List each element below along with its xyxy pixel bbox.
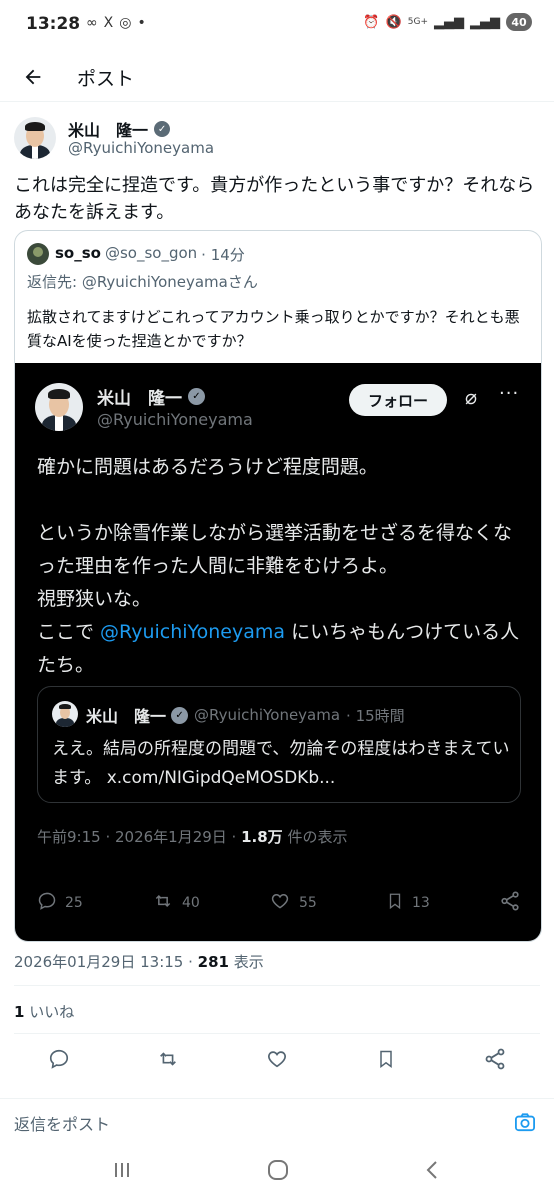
reply-to: 返信先: @RyuichiYoneyamaさん: [27, 273, 258, 291]
x-app-icon: X: [103, 15, 114, 31]
more-icon: ···: [499, 383, 520, 404]
inner-quote-avatar: [52, 701, 78, 727]
divider: [14, 1033, 540, 1034]
share-button[interactable]: [480, 1044, 510, 1074]
likes-count: 1: [14, 1003, 25, 1021]
repost-button[interactable]: [153, 1044, 183, 1074]
camera-icon[interactable]: [512, 1109, 538, 1135]
embedded-screenshot: 米山 隆一 ✓ @RyuichiYoneyama フォロー ⌀ ··· 確かに問…: [15, 363, 541, 941]
quote-handle: @so_so_gon: [104, 244, 198, 262]
author-name-text: 米山 隆一: [68, 121, 149, 140]
reply-count: 25: [65, 895, 83, 911]
dot-icon: •: [137, 15, 146, 31]
inner-quote-author-text: 米山 隆一: [86, 707, 167, 726]
status-right-icons: ⏰ 🔇 5G+ ▂▄▆ ▂▄▆ 40: [363, 13, 532, 31]
status-left-icons: ∞ X ◎ •: [86, 15, 146, 31]
quote-avatar: [27, 243, 49, 265]
system-nav-bar: [0, 1150, 554, 1200]
verified-badge-icon: ✓: [154, 121, 171, 137]
inner-quote-handle: @RyuichiYoneyama: [194, 706, 341, 724]
screenshot-repost: 40: [152, 891, 200, 916]
notification-icon: ∞: [86, 15, 98, 31]
inner-quote-header: 米山 隆一 ✓ @RyuichiYoneyama · 15時間: [86, 703, 405, 727]
post-timestamp-text: 2026年01月29日 13:15 ·: [14, 953, 198, 971]
recent-apps-icon[interactable]: [112, 1160, 132, 1184]
post-timestamp: 2026年01月29日 13:15 · 281 表示: [14, 951, 264, 972]
screenshot-author-name: 米山 隆一 ✓: [97, 384, 205, 409]
screenshot-views-label: 件の表示: [282, 828, 348, 846]
screenshot-timestamp: 午前9:15 · 2026年1月29日 · 1.8万 件の表示: [37, 826, 347, 847]
screenshot-actions: 25 40 55 13: [37, 888, 521, 918]
home-icon[interactable]: [267, 1160, 289, 1185]
signal-icon-2: ▂▄▆: [470, 14, 500, 30]
reply-bar: 返信をポスト: [0, 1098, 554, 1146]
author-name[interactable]: 米山 隆一 ✓: [68, 117, 171, 141]
screenshot-like: 55: [269, 891, 317, 916]
repost-icon: [152, 891, 174, 916]
status-bar: 13:28 ∞ X ◎ • ⏰ 🔇 5G+ ▂▄▆ ▂▄▆ 40: [0, 0, 554, 52]
action-bar: [14, 1044, 540, 1078]
inner-quoted-post: 米山 隆一 ✓ @RyuichiYoneyama · 15時間 ええ。結局の所程度…: [37, 686, 521, 803]
alarm-icon: ⏰: [363, 14, 380, 30]
heart-icon: [268, 1051, 286, 1068]
screenshot-text: 確かに問題はあるだろうけど程度問題。 というか除雪作業しながら選挙活動をせざるを…: [37, 451, 523, 682]
post-views-label: 表示: [228, 953, 264, 971]
heart-icon: [269, 891, 291, 916]
screenshot-author-text: 米山 隆一: [97, 389, 182, 409]
screenshot-avatar: [35, 383, 83, 431]
reply-icon: [49, 1049, 69, 1069]
screenshot-share: [499, 890, 521, 917]
quote-time: · 14分: [201, 246, 245, 264]
back-arrow-icon[interactable]: [18, 62, 48, 92]
screenshot-handle: @RyuichiYoneyama: [97, 410, 253, 429]
likes-label: いいね: [24, 1003, 75, 1021]
screenshot-reply: 25: [37, 891, 83, 916]
reply-input[interactable]: 返信をポスト: [14, 1111, 110, 1135]
inner-quote-text: ええ。結局の所程度の問題で、勿論その程度はわきまえています。 x.com/NIG…: [52, 739, 510, 788]
back-nav-icon[interactable]: [424, 1160, 440, 1185]
like-button[interactable]: [262, 1044, 292, 1074]
bookmark-button[interactable]: [371, 1044, 401, 1074]
page-title: ポスト: [77, 68, 135, 90]
grok-icon: ⌀: [465, 385, 478, 409]
post-text: これは完全に捏造です。貴方が作ったという事ですか？それならあなたを訴えます。: [14, 175, 535, 223]
repost-count: 40: [182, 895, 200, 911]
quote-header: so_so @so_so_gon · 14分: [55, 244, 245, 265]
avatar[interactable]: [14, 117, 56, 159]
verified-badge-icon: ✓: [188, 388, 205, 405]
inner-quote-time: · 15時間: [346, 706, 405, 725]
post-views-count: 281: [197, 953, 229, 971]
verified-badge-icon: ✓: [171, 706, 189, 724]
share-icon: [485, 1048, 505, 1070]
signal-icon: ▂▄▆: [434, 14, 464, 30]
instagram-icon: ◎: [119, 15, 132, 31]
inner-quote-author: 米山 隆一 ✓: [86, 703, 189, 727]
author-handle[interactable]: @RyuichiYoneyama: [68, 139, 214, 157]
bookmark-count: 13: [412, 895, 430, 911]
divider: [14, 985, 540, 986]
screenshot-timestamp-text: 午前9:15 · 2026年1月29日 ·: [37, 828, 242, 846]
like-count: 55: [299, 895, 317, 911]
battery-icon: 40: [506, 13, 532, 31]
bookmark-icon: [380, 1050, 392, 1068]
quoted-post[interactable]: so_so @so_so_gon · 14分 返信先: @RyuichiYone…: [14, 230, 542, 942]
mute-icon: 🔇: [385, 14, 402, 30]
bookmark-icon: [386, 891, 404, 916]
reply-icon: [37, 891, 57, 916]
screenshot-text-part1: 確かに問題はあるだろうけど程度問題。 というか除雪作業しながら選挙活動をせざるを…: [37, 456, 513, 643]
repost-icon: [160, 1052, 176, 1066]
reply-button[interactable]: [44, 1044, 74, 1074]
screenshot-views-count: 1.8万: [241, 828, 283, 846]
network-type: 5G+: [407, 16, 428, 27]
status-time: 13:28: [26, 14, 81, 34]
share-icon: [499, 890, 521, 917]
quote-username: so_so: [55, 244, 101, 262]
follow-button: フォロー: [349, 384, 447, 416]
app-bar: ポスト: [0, 52, 554, 102]
quote-text: 拡散されてますけどこれってアカウント乗っ取りとかですか？それとも悪質なAIを使っ…: [27, 308, 520, 350]
likes-row[interactable]: 1 いいね: [14, 1001, 74, 1022]
mention-link: @RyuichiYoneyama: [100, 621, 286, 643]
screenshot-bookmark: 13: [386, 891, 430, 916]
